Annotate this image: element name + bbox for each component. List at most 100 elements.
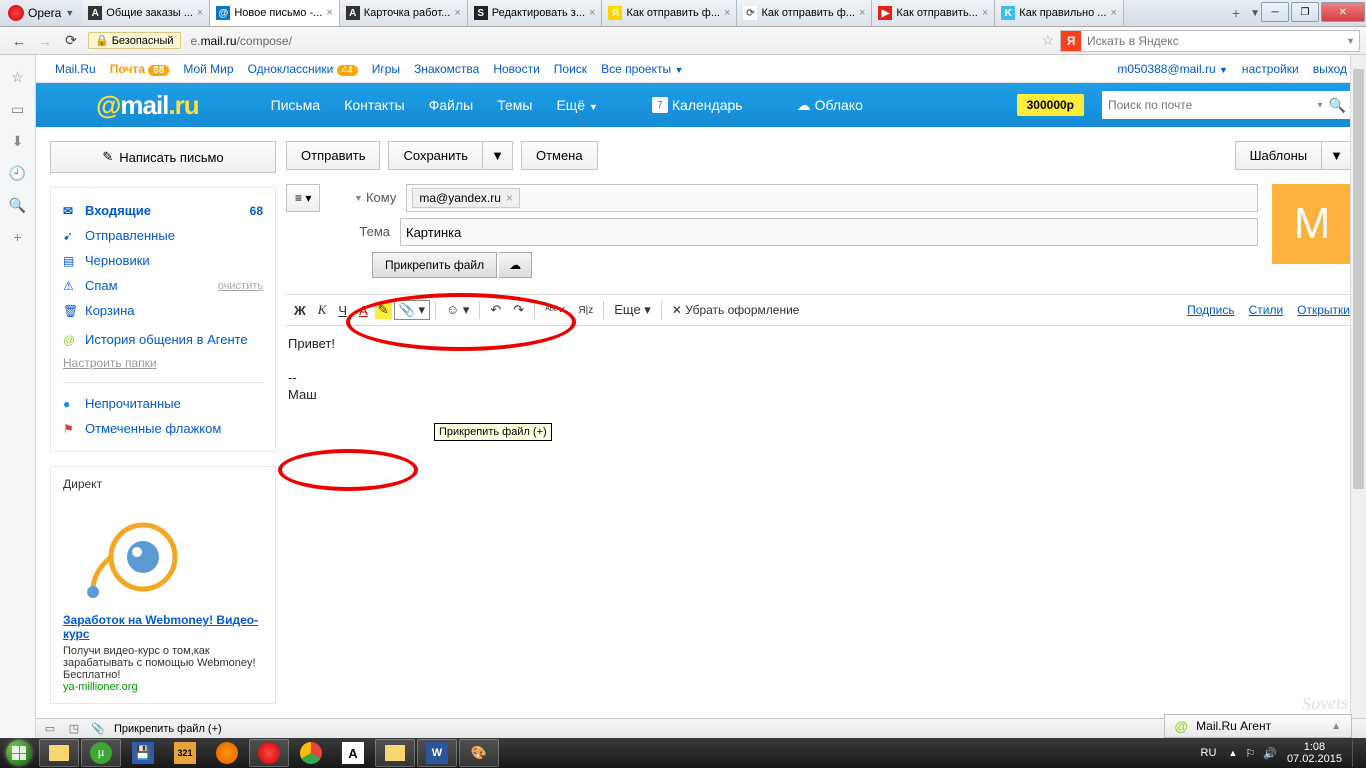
mail-search-input[interactable] <box>1108 98 1312 112</box>
portal-link-all[interactable]: Все проекты ▼ <box>601 62 683 76</box>
styles-link[interactable]: Стили <box>1249 303 1284 317</box>
configure-folders-link[interactable]: Настроить папки <box>51 352 275 374</box>
taskbar-app[interactable]: 💾 <box>123 739 163 767</box>
taskbar-word[interactable]: W <box>417 739 457 767</box>
underline-button[interactable]: Ч <box>333 300 352 321</box>
taskbar-app2[interactable]: A <box>333 739 373 767</box>
language-indicator[interactable]: RU <box>1201 747 1217 759</box>
browser-tab[interactable]: KКак правильно ...× <box>995 0 1124 26</box>
browser-tab[interactable]: ⟳Как отправить ф...× <box>737 0 872 26</box>
minimize-button[interactable]: ─ <box>1261 2 1289 22</box>
nav-letters[interactable]: Письма <box>259 97 333 114</box>
back-button[interactable]: ← <box>8 30 30 52</box>
folder-unread[interactable]: ●Непрочитанные <box>51 391 275 416</box>
bg-color-button[interactable]: ✎ <box>375 301 392 319</box>
tab-overflow-button[interactable]: ▼ <box>1250 8 1260 19</box>
zoom-icon[interactable]: ▭ <box>42 722 58 735</box>
scrollbar-thumb[interactable] <box>1353 69 1364 489</box>
browser-tab[interactable]: SРедактировать з...× <box>468 0 603 26</box>
taskbar-chrome[interactable] <box>291 739 331 767</box>
remove-chip-icon[interactable]: × <box>506 191 513 205</box>
taskbar-explorer[interactable] <box>39 739 79 767</box>
show-desktop-button[interactable] <box>1352 739 1360 767</box>
settings-link[interactable]: настройки <box>1242 62 1299 76</box>
taskbar-firefox[interactable] <box>207 739 247 767</box>
taskbar-opera[interactable] <box>249 739 289 767</box>
editor-body[interactable]: Привет! -- Маш <box>286 326 1352 412</box>
tab-close-icon[interactable]: × <box>589 7 595 19</box>
logout-link[interactable]: выход <box>1313 62 1347 76</box>
nav-contacts[interactable]: Контакты <box>332 97 416 114</box>
bookmark-icon[interactable]: ☆ <box>1041 32 1054 49</box>
attach-cloud-button[interactable]: ☁ <box>499 252 532 278</box>
forward-button[interactable]: → <box>34 30 56 52</box>
nav-themes[interactable]: Темы <box>485 97 544 114</box>
new-tab-button[interactable]: + <box>1226 5 1246 21</box>
italic-button[interactable]: К <box>313 299 332 321</box>
browser-tab[interactable]: ЯКак отправить ф...× <box>602 0 737 26</box>
reload-button[interactable]: ⟳ <box>60 30 82 52</box>
nav-calendar[interactable]: 7Календарь <box>640 97 755 114</box>
portal-link-search[interactable]: Поиск <box>554 62 587 76</box>
cancel-button[interactable]: Отмена <box>521 141 598 170</box>
more-format-button[interactable]: Еще ▾ <box>609 299 656 321</box>
redo-button[interactable]: ↷ <box>508 299 529 321</box>
start-button[interactable] <box>0 738 38 768</box>
promo-badge[interactable]: 300000р <box>1017 94 1084 116</box>
compose-button[interactable]: ✎ Написать письмо <box>50 141 276 173</box>
view-options-button[interactable]: ≡ ▾ <box>286 184 320 212</box>
clear-spam-link[interactable]: очистить <box>218 280 263 292</box>
portal-link-dating[interactable]: Знакомства <box>414 62 479 76</box>
save-dropdown[interactable]: ▼ <box>482 141 513 170</box>
signature-link[interactable]: Подпись <box>1187 303 1235 317</box>
folder-sent[interactable]: ➹Отправленные <box>51 223 275 248</box>
add-panel-icon[interactable]: + <box>8 227 28 247</box>
folder-flagged[interactable]: ⚑Отмеченные флажком <box>51 416 275 441</box>
cards-link[interactable]: Открытки <box>1297 303 1350 317</box>
maximize-button[interactable]: ❐ <box>1291 2 1319 22</box>
vertical-scrollbar[interactable] <box>1350 55 1366 718</box>
browser-tab[interactable]: @Новое письмо -...× <box>210 0 339 26</box>
ad-image[interactable] <box>63 497 203 607</box>
templates-dropdown[interactable]: ▼ <box>1321 141 1352 170</box>
portal-link-ok[interactable]: Одноклассники 44 <box>248 62 358 76</box>
bold-button[interactable]: Ж <box>289 300 311 321</box>
browser-tab[interactable]: AКарточка работ...× <box>340 0 468 26</box>
send-button[interactable]: Отправить <box>286 141 380 170</box>
recipient-chip[interactable]: ma@yandex.ru × <box>412 188 520 208</box>
save-button[interactable]: Сохранить <box>388 141 482 170</box>
chevron-down-icon[interactable]: ▾ <box>1318 100 1323 111</box>
ad-link[interactable]: Заработок на Webmoney! Видео-курс <box>63 613 263 641</box>
tab-close-icon[interactable]: × <box>454 7 460 19</box>
attach-file-button[interactable]: Прикрепить файл <box>372 252 497 278</box>
portal-link-moimir[interactable]: Мой Мир <box>183 62 233 76</box>
url-field[interactable]: e.mail.ru/compose/ <box>185 34 1036 48</box>
security-badge[interactable]: 🔒 Безопасный <box>88 32 181 49</box>
folder-inbox[interactable]: ✉ Входящие 68 <box>51 198 275 223</box>
tab-close-icon[interactable]: × <box>1110 7 1116 19</box>
tab-close-icon[interactable]: × <box>724 7 730 19</box>
user-email[interactable]: m050388@mail.ru ▼ <box>1117 62 1228 76</box>
mailru-agent-bar[interactable]: @ Mail.Ru Агент ▲ <box>1164 714 1353 738</box>
chevron-down-icon[interactable]: ▼ <box>1342 36 1359 46</box>
portal-link-pochta[interactable]: Почта 68 <box>110 62 170 76</box>
attach-inline-button[interactable]: 📎 ▾ <box>394 300 430 320</box>
yandex-search[interactable]: Я ▼ <box>1060 30 1360 52</box>
search-icon[interactable]: 🔍 <box>1329 97 1346 114</box>
downloads-icon[interactable]: ⬇ <box>8 131 28 151</box>
attach-status-icon[interactable]: 📎 <box>90 722 106 735</box>
undo-button[interactable]: ↶ <box>485 299 506 321</box>
taskbar-paint[interactable]: 🎨 <box>459 739 499 767</box>
tray-expand-icon[interactable]: ▲ <box>1228 748 1237 758</box>
subject-input[interactable] <box>406 225 1252 240</box>
translit-button[interactable]: Я|z <box>573 302 598 319</box>
view-icon[interactable]: ◳ <box>66 722 82 735</box>
tab-close-icon[interactable]: × <box>197 7 203 19</box>
folder-drafts[interactable]: ▤Черновики <box>51 248 275 273</box>
clock[interactable]: 1:08 07.02.2015 <box>1287 741 1342 765</box>
yandex-search-input[interactable] <box>1081 34 1342 48</box>
expand-icon[interactable]: ▲ <box>1331 721 1341 732</box>
close-button[interactable]: ✕ <box>1321 2 1365 22</box>
tab-close-icon[interactable]: × <box>326 7 332 19</box>
portal-link-news[interactable]: Новости <box>493 62 539 76</box>
